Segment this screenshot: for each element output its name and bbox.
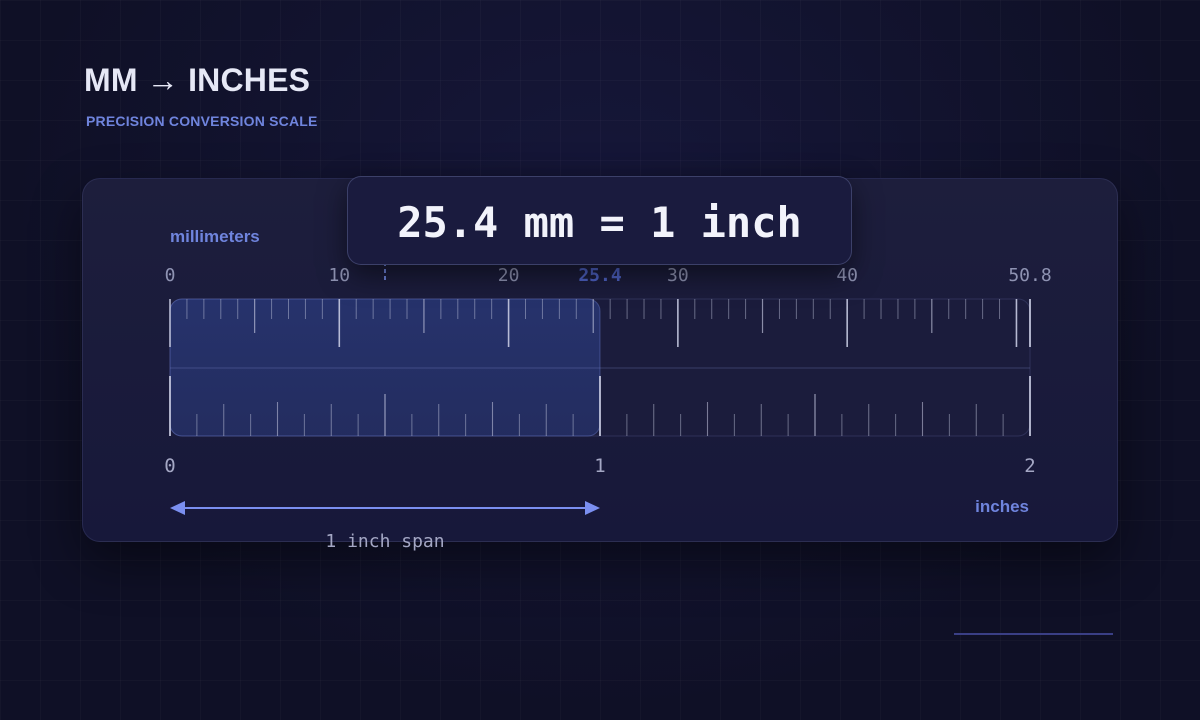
mm-tick-label: 40 <box>836 265 858 286</box>
mm-tick-label: 10 <box>328 265 350 286</box>
inch-tick-label: 2 <box>1024 455 1035 477</box>
span-arrow <box>170 501 600 515</box>
mm-tick-label: 0 <box>165 265 176 286</box>
inch-tick-label: 1 <box>594 455 605 477</box>
mm-tick-label: 20 <box>498 265 520 286</box>
decorative-line <box>954 633 1113 635</box>
mm-tick-label: 30 <box>667 265 689 286</box>
inch-axis-label: inches <box>975 497 1029 516</box>
mm-tick-label: 50.8 <box>1008 265 1051 286</box>
span-arrow-right-head <box>585 501 600 515</box>
conversion-callout: 25.4 mm = 1 inch <box>347 176 852 265</box>
span-arrow-left-head <box>170 501 185 515</box>
inch-tick-label: 0 <box>164 455 175 477</box>
conversion-ruler: millimeters inches 0 10 20 30 40 50.8 0 1 2 25.… <box>164 227 1051 552</box>
mm-axis-label: millimeters <box>170 227 260 246</box>
conversion-formula: 25.4 mm = 1 inch <box>397 198 802 247</box>
highlight-mm-label: 25.4 <box>578 265 622 286</box>
span-label: 1 inch span <box>325 531 444 552</box>
inch-tick-labels: 0 1 2 <box>164 455 1035 477</box>
